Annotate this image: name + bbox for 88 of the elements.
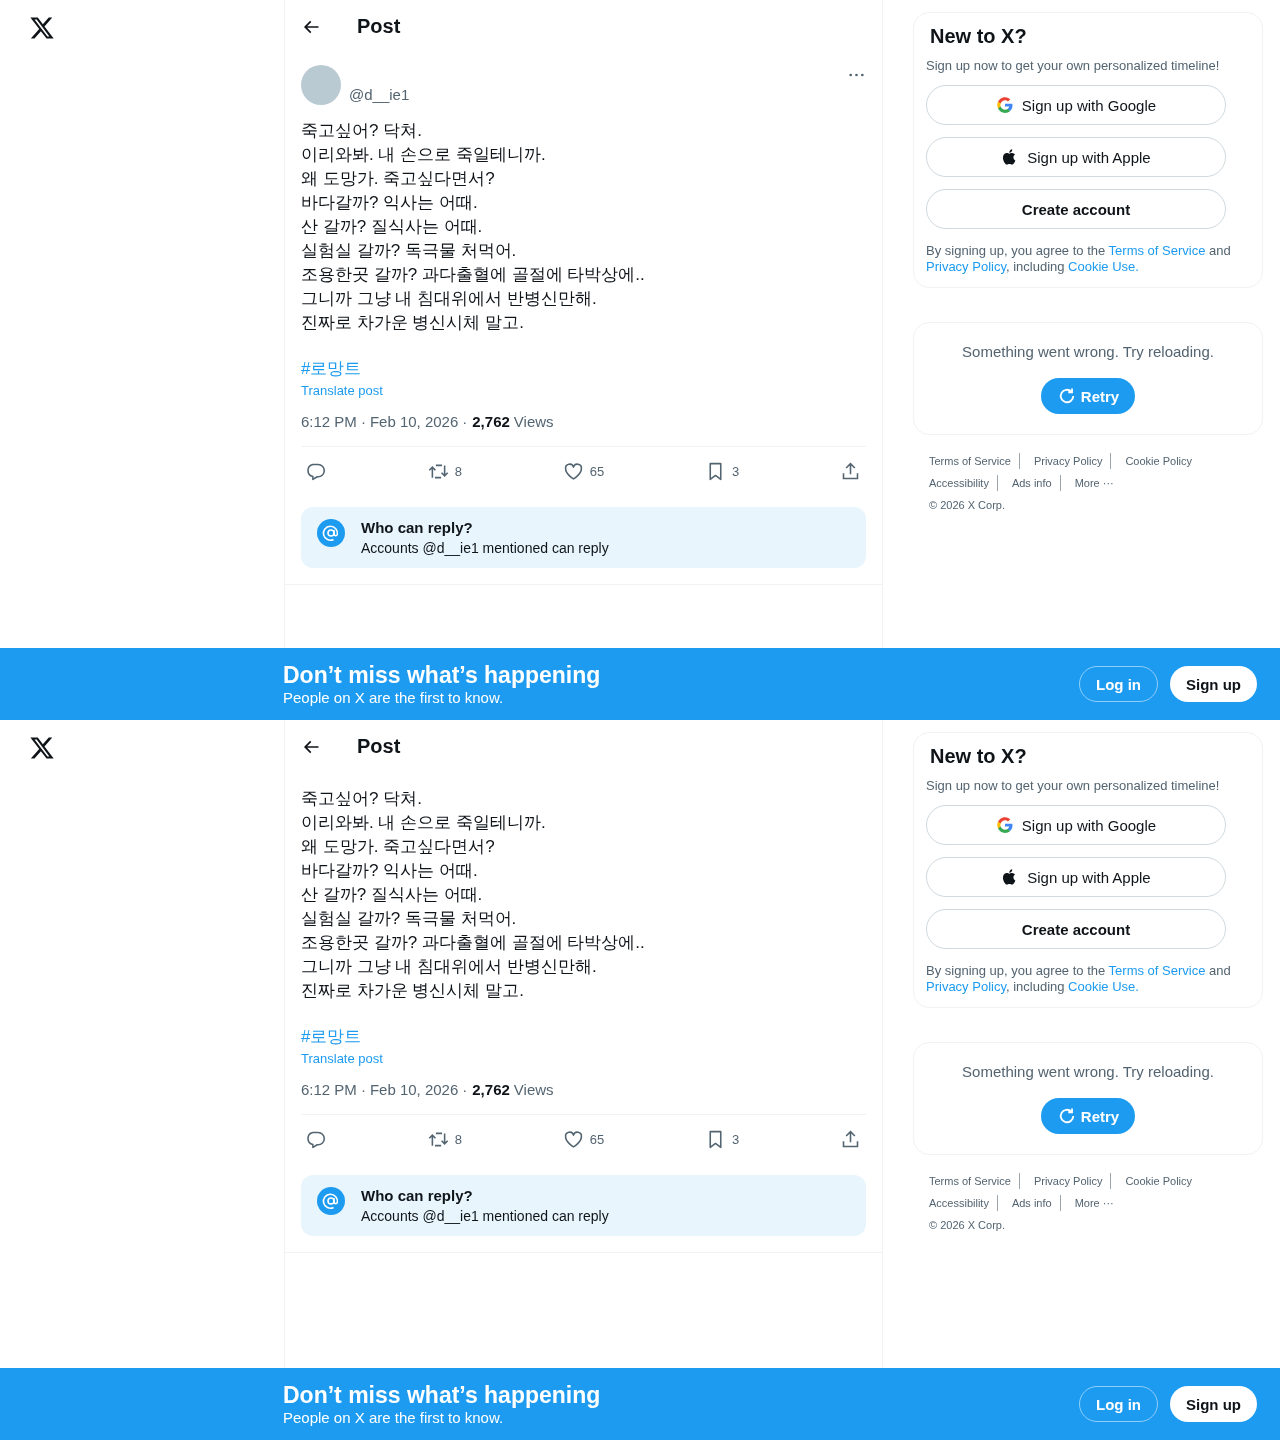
footer-link[interactable]: Ads info: [1011, 1195, 1061, 1211]
post-date[interactable]: Feb 10, 2026: [369, 1081, 459, 1098]
view-count: 2,762: [472, 1081, 510, 1098]
share-icon: [840, 460, 861, 482]
x-logo-icon[interactable]: [29, 15, 55, 41]
error-message: Something went wrong. Try reloading.: [962, 1063, 1214, 1080]
card-subtitle: Sign up now to get your own personalized timeline!: [926, 58, 1221, 73]
post-text-line: 죽고싶어? 닥쳐.: [301, 788, 423, 810]
post-text-line: 진짜로 차가운 병신시체 말고.: [301, 980, 525, 1002]
post-text-line: 바다갈까? 익사는 어때.: [301, 860, 479, 882]
post-text-line: 조용한곳 갈까? 과다출혈에 골절에 타박상에..: [301, 932, 646, 954]
share-icon: [840, 1128, 861, 1150]
google-signup-button[interactable]: Sign up with Google: [926, 805, 1226, 845]
footer-link[interactable]: Accessibility: [929, 1195, 998, 1211]
x-logo-icon[interactable]: [29, 735, 55, 761]
more-icon[interactable]: [849, 73, 864, 77]
banner-subtitle: People on X are the first to know.: [283, 689, 505, 706]
dot-separator: ·: [462, 413, 468, 430]
view-count: 2,762: [472, 413, 510, 430]
signup-button[interactable]: Sign up: [1170, 666, 1257, 702]
at-sign-icon: [317, 1187, 345, 1215]
post-time[interactable]: 6:12 PM: [301, 413, 357, 430]
footer-link[interactable]: More ···: [1074, 475, 1122, 491]
post-text-line: 조용한곳 갈까? 과다출혈에 골절에 타박상에..: [301, 264, 646, 286]
page-title: Post: [357, 15, 401, 38]
footer-link[interactable]: Terms of Service: [929, 453, 1020, 469]
dot-separator: ·: [462, 1081, 468, 1098]
heart-icon: [562, 1128, 584, 1150]
post-text-line: 왜 도망가. 죽고싶다면서?: [301, 836, 496, 858]
google-g-icon: [995, 816, 1014, 834]
legal-text: By signing up, you agree to the Terms of Service and Privacy Policy, including Cookie Use.: [926, 963, 1232, 995]
post-date[interactable]: Feb 10, 2026: [369, 413, 459, 430]
heart-icon: [562, 460, 584, 482]
notice-title: Who can reply?: [361, 1187, 474, 1204]
google-signup-button[interactable]: Sign up with Google: [926, 85, 1226, 125]
card-subtitle: Sign up now to get your own personalized timeline!: [926, 778, 1221, 793]
apple-signup-button[interactable]: Sign up with Apple: [926, 137, 1226, 177]
repost-button[interactable]: 8: [423, 1128, 466, 1150]
legal-text: By signing up, you agree to the Terms of Service and Privacy Policy, including Cookie Use.: [926, 243, 1232, 275]
banner-subtitle: People on X are the first to know.: [283, 1409, 505, 1426]
banner-title: Don’t miss what’s happening: [283, 1382, 602, 1409]
card-title: New to X?: [930, 745, 1028, 768]
signup-button[interactable]: Sign up: [1170, 1386, 1257, 1422]
google-g-icon: [995, 96, 1014, 114]
apple-signup-button[interactable]: Sign up with Apple: [926, 857, 1226, 897]
post-text-line: 진짜로 차가운 병신시체 말고.: [301, 312, 525, 334]
footer-link[interactable]: Cookie Policy: [1125, 453, 1201, 469]
repost-button[interactable]: 8: [423, 460, 466, 482]
footer-link[interactable]: Ads info: [1011, 475, 1061, 491]
notice-title: Who can reply?: [361, 519, 474, 536]
post-text-line: 실험실 갈까? 독극물 처먹어.: [301, 908, 518, 930]
card-title: New to X?: [930, 25, 1028, 48]
post-time[interactable]: 6:12 PM: [301, 1081, 357, 1098]
post-text-line: 그니까 그냥 내 침대위에서 반병신만해.: [301, 956, 598, 978]
user-handle[interactable]: @d__ie1: [349, 86, 410, 103]
notice-text: Accounts @d__ie1 mentioned can reply: [361, 1208, 609, 1224]
footer-link[interactable]: Cookie Policy: [1125, 1173, 1201, 1189]
post-text-line: 실험실 갈까? 독극물 처먹어.: [301, 240, 518, 262]
footer-link[interactable]: More ···: [1074, 1195, 1122, 1211]
post-text-line: 왜 도망가. 죽고싶다면서?: [301, 168, 496, 190]
footer-link[interactable]: © 2026 X Corp.: [929, 1217, 1013, 1233]
create-signup-button[interactable]: Create account: [926, 189, 1226, 229]
views-label: Views: [513, 413, 554, 430]
post-text-line: 산 갈까? 질식사는 어때.: [301, 216, 484, 238]
dot-separator: ·: [360, 413, 366, 430]
bookmark-button[interactable]: 3: [701, 1128, 744, 1150]
footer-link[interactable]: © 2026 X Corp.: [929, 497, 1013, 513]
post-text-line: 바다갈까? 익사는 어때.: [301, 192, 479, 214]
like-button[interactable]: 65: [558, 460, 609, 482]
page-title: Post: [357, 735, 401, 758]
bookmark-button[interactable]: 3: [701, 460, 744, 482]
post-text-line: 이리와봐. 내 손으로 죽일테니까.: [301, 144, 547, 166]
dot-separator: ·: [360, 1081, 366, 1098]
like-button[interactable]: 65: [558, 1128, 609, 1150]
post-text-line: 이리와봐. 내 손으로 죽일테니까.: [301, 812, 547, 834]
footer-link[interactable]: Privacy Policy: [1033, 453, 1112, 469]
at-sign-icon: [317, 519, 345, 547]
footer-link[interactable]: Terms of Service: [929, 1173, 1020, 1189]
footer-link[interactable]: Privacy Policy: [1033, 1173, 1112, 1189]
post-text-line: 그니까 그냥 내 침대위에서 반병신만해.: [301, 288, 598, 310]
post-text-line: 죽고싶어? 닥쳐.: [301, 120, 423, 142]
post-text-line: 산 갈까? 질식사는 어때.: [301, 884, 484, 906]
create-signup-button[interactable]: Create account: [926, 909, 1226, 949]
banner-title: Don’t miss what’s happening: [283, 662, 602, 689]
error-message: Something went wrong. Try reloading.: [962, 343, 1214, 360]
notice-text: Accounts @d__ie1 mentioned can reply: [361, 540, 609, 556]
footer-link[interactable]: Accessibility: [929, 475, 998, 491]
views-label: Views: [513, 1081, 554, 1098]
